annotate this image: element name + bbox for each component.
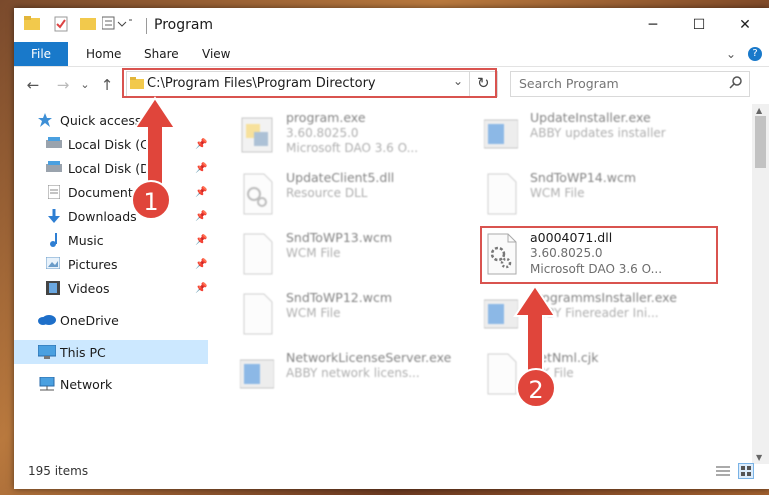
arrow-1 bbox=[133, 96, 177, 193]
step-1-callout: 1 bbox=[131, 180, 171, 220]
annotation-arrows bbox=[133, 96, 557, 381]
step-2-callout: 2 bbox=[516, 368, 556, 408]
arrow-2 bbox=[513, 284, 557, 381]
